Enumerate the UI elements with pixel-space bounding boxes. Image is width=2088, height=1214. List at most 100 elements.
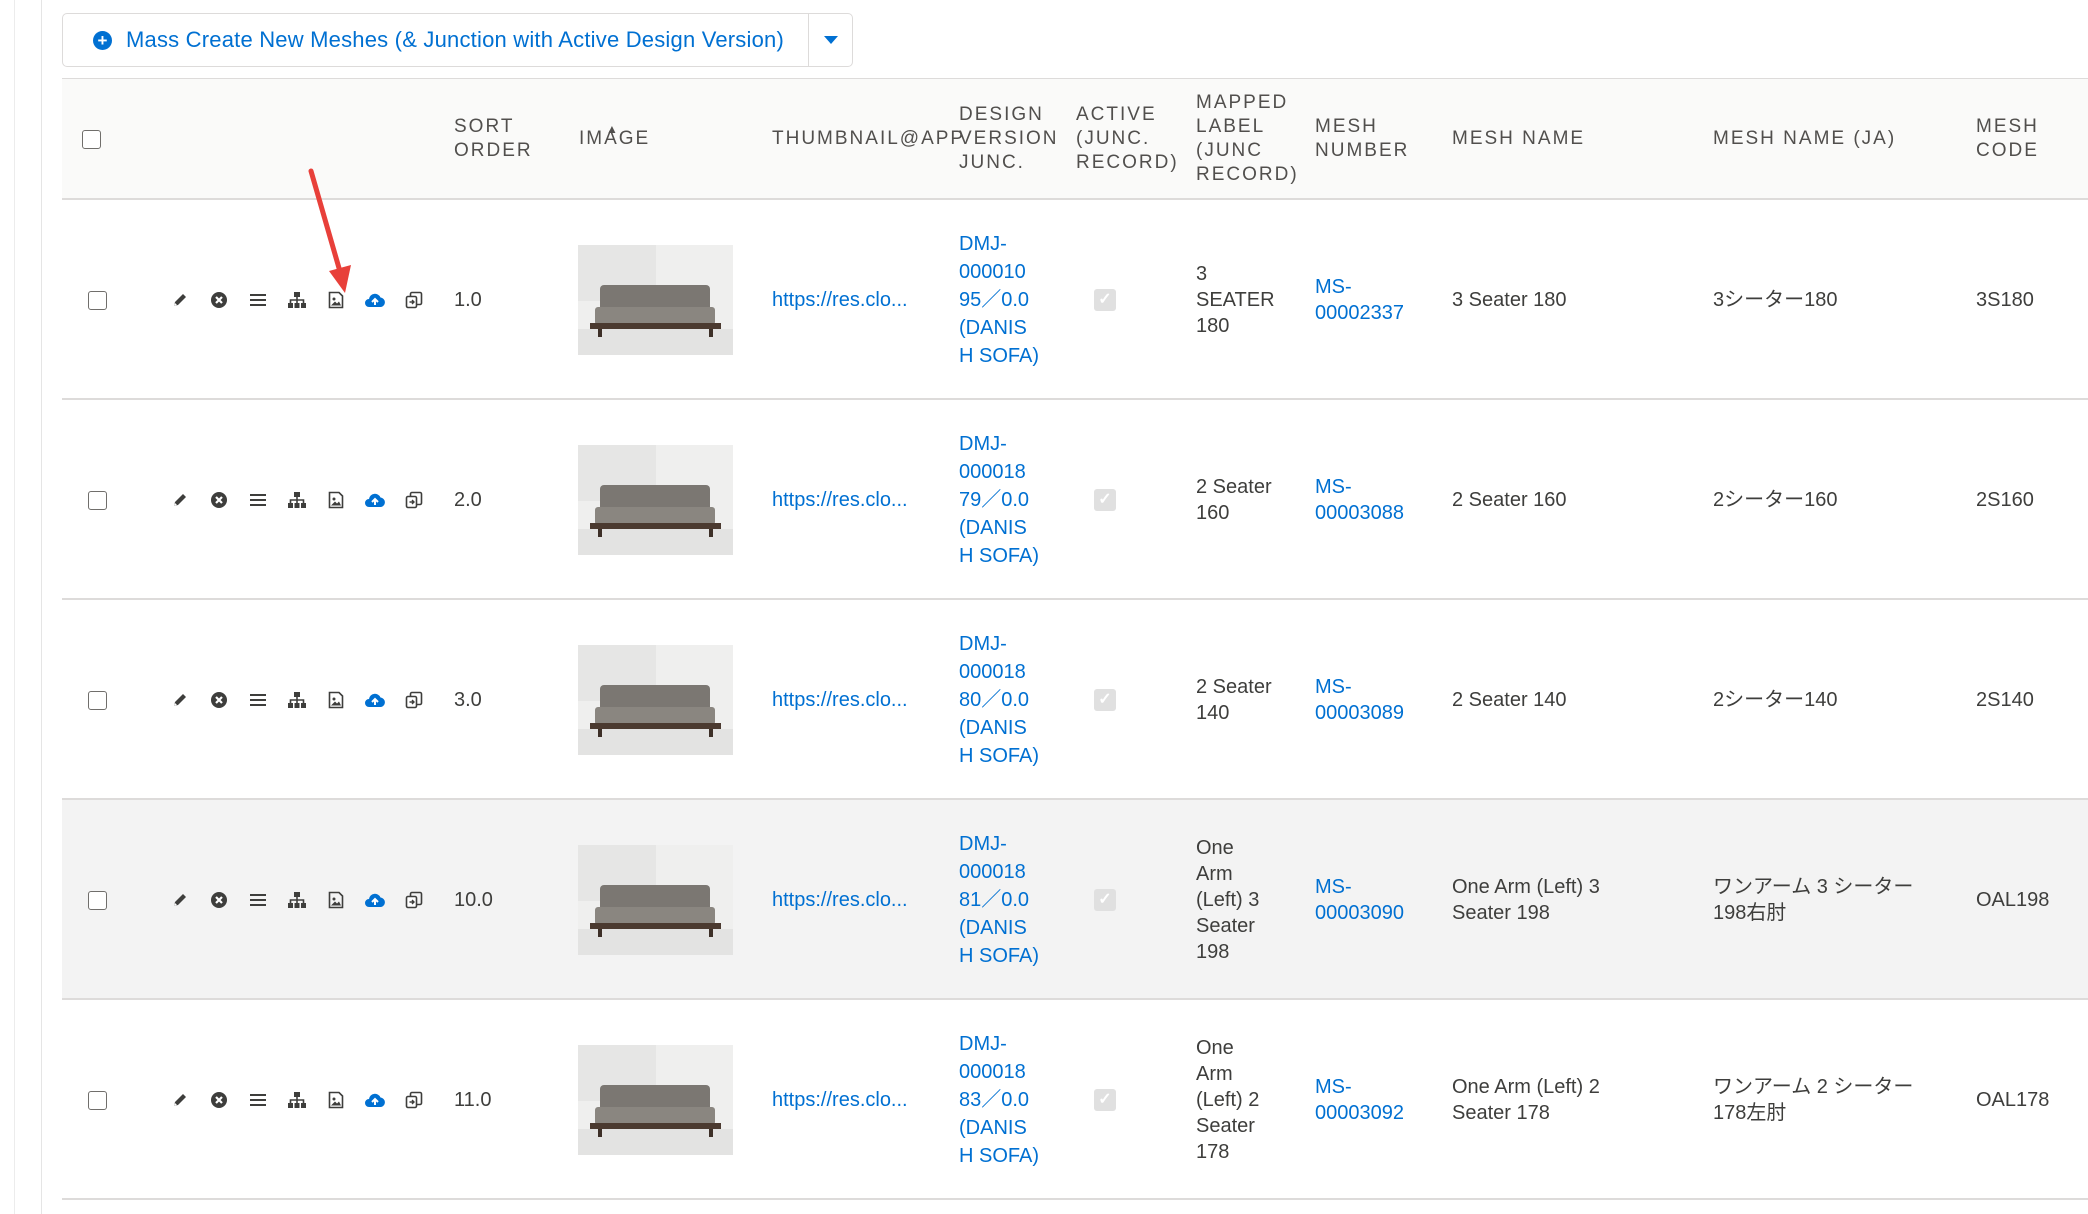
list-action[interactable] bbox=[238, 285, 277, 315]
design-version-link[interactable]: DMJ- 000018 83／0.0 (DANIS H SOFA) bbox=[959, 1030, 1039, 1170]
hierarchy-action[interactable] bbox=[277, 1085, 316, 1115]
design-version-link[interactable]: DMJ- 000018 79／0.0 (DANIS H SOFA) bbox=[959, 430, 1039, 570]
remove-icon bbox=[210, 491, 228, 509]
pencil-action[interactable] bbox=[160, 285, 199, 315]
design-version-link[interactable]: DMJ- 000018 81／0.0 (DANIS H SOFA) bbox=[959, 830, 1039, 970]
pencil-action[interactable] bbox=[160, 685, 199, 715]
thumbnail-cell: https://res.clo... bbox=[772, 200, 908, 400]
thumbnail-link[interactable]: https://res.clo... bbox=[772, 1087, 908, 1113]
remove-action[interactable] bbox=[199, 685, 238, 715]
design-version-link[interactable]: DMJ- 000010 95／0.0 (DANIS H SOFA) bbox=[959, 230, 1039, 370]
remove-icon bbox=[210, 1091, 228, 1109]
image-action[interactable] bbox=[316, 685, 355, 715]
row-actions bbox=[160, 400, 433, 600]
pencil-action[interactable] bbox=[160, 485, 199, 515]
upload-cloud-icon bbox=[364, 1092, 386, 1108]
image-action[interactable] bbox=[316, 1085, 355, 1115]
active-cell: ✓ bbox=[1094, 1000, 1116, 1200]
pencil-action[interactable] bbox=[160, 1085, 199, 1115]
mapped-label-line: One bbox=[1196, 837, 1234, 859]
upload-cloud-icon bbox=[364, 692, 386, 708]
mass-create-button[interactable]: + Mass Create New Meshes (& Junction wit… bbox=[63, 14, 809, 66]
mapped-label-line: 140 bbox=[1196, 702, 1230, 724]
select-all-checkbox[interactable] bbox=[82, 129, 101, 149]
header-mapped-label[interactable]: MAPPED LABEL (JUNC RECORD) bbox=[1196, 79, 1306, 199]
upload-cloud-action[interactable] bbox=[355, 685, 394, 715]
list-action[interactable] bbox=[238, 885, 277, 915]
list-action[interactable] bbox=[238, 1085, 277, 1115]
image-action[interactable] bbox=[316, 485, 355, 515]
header-design-version-line3: JUNC. bbox=[959, 152, 1025, 173]
row-checkbox[interactable] bbox=[88, 290, 107, 310]
image-action[interactable] bbox=[316, 885, 355, 915]
check-icon: ✓ bbox=[1098, 491, 1112, 508]
thumbnail-link[interactable]: https://res.clo... bbox=[772, 887, 908, 913]
mesh-number-link[interactable]: MS- 00003089 bbox=[1315, 674, 1404, 726]
mesh-name-ja-line: 178左肘 bbox=[1713, 1102, 1787, 1124]
header-mesh-name[interactable]: MESH NAME bbox=[1452, 79, 1652, 199]
row-checkbox[interactable] bbox=[88, 1090, 107, 1110]
mesh-image[interactable] bbox=[578, 245, 733, 355]
mesh-number-link[interactable]: MS- 00003092 bbox=[1315, 1074, 1404, 1126]
mesh-image[interactable] bbox=[578, 1045, 733, 1155]
list-action[interactable] bbox=[238, 685, 277, 715]
thumbnail-link[interactable]: https://res.clo... bbox=[772, 287, 908, 313]
table-row: 1.0 https://res.clo... DMJ- 000010 95／0.0 (DA… bbox=[62, 200, 2088, 400]
pencil-icon bbox=[171, 891, 189, 909]
upload-cloud-action[interactable] bbox=[355, 285, 394, 315]
design-version-line: (DANIS bbox=[959, 1117, 1027, 1139]
list-action[interactable] bbox=[238, 485, 277, 515]
mesh-image[interactable] bbox=[578, 645, 733, 755]
upload-cloud-action[interactable] bbox=[355, 885, 394, 915]
mass-create-dropdown-button[interactable] bbox=[809, 14, 852, 66]
pencil-action[interactable] bbox=[160, 885, 199, 915]
copy-action[interactable] bbox=[394, 485, 433, 515]
row-select-cell bbox=[88, 600, 107, 800]
mesh-image[interactable] bbox=[578, 445, 733, 555]
mesh-number-line: MS- bbox=[1315, 276, 1352, 298]
copy-action[interactable] bbox=[394, 1085, 433, 1115]
list-icon bbox=[249, 692, 267, 708]
header-mesh-number[interactable]: MESH NUMBER bbox=[1315, 79, 1425, 199]
header-sort-order[interactable]: SORT ORDER ▲ bbox=[454, 79, 618, 199]
row-checkbox[interactable] bbox=[88, 490, 107, 510]
hierarchy-action[interactable] bbox=[277, 885, 316, 915]
copy-icon bbox=[405, 491, 423, 509]
header-mesh-name-ja[interactable]: MESH NAME (JA) bbox=[1713, 79, 1943, 199]
design-version-line: (DANIS bbox=[959, 317, 1027, 339]
mesh-number-link[interactable]: MS- 00003090 bbox=[1315, 874, 1404, 926]
header-active[interactable]: ACTIVE (JUNC. RECORD) bbox=[1076, 79, 1186, 199]
thumbnail-link[interactable]: https://res.clo... bbox=[772, 687, 908, 713]
header-thumbnail[interactable]: THUMBNAIL@APP bbox=[772, 79, 963, 199]
remove-action[interactable] bbox=[199, 485, 238, 515]
thumbnail-link[interactable]: https://res.clo... bbox=[772, 487, 908, 513]
mesh-number-line: 00003092 bbox=[1315, 1102, 1404, 1124]
sort-order-cell: 10.0 bbox=[454, 800, 493, 1000]
hierarchy-action[interactable] bbox=[277, 685, 316, 715]
copy-action[interactable] bbox=[394, 285, 433, 315]
table-header: SORT ORDER ▲ IMAGE THUMBNAIL@APP DESIGN … bbox=[62, 78, 2088, 200]
header-design-version[interactable]: DESIGN VERSION JUNC. bbox=[959, 79, 1069, 199]
mesh-number-link[interactable]: MS- 00003088 bbox=[1315, 474, 1404, 526]
remove-action[interactable] bbox=[199, 885, 238, 915]
upload-cloud-action[interactable] bbox=[355, 485, 394, 515]
upload-cloud-action[interactable] bbox=[355, 1085, 394, 1115]
row-actions bbox=[160, 1000, 433, 1200]
mesh-number-link[interactable]: MS- 00002337 bbox=[1315, 274, 1404, 326]
hierarchy-action[interactable] bbox=[277, 485, 316, 515]
active-cell: ✓ bbox=[1094, 200, 1116, 400]
copy-action[interactable] bbox=[394, 885, 433, 915]
remove-icon bbox=[210, 891, 228, 909]
mesh-image[interactable] bbox=[578, 845, 733, 955]
mesh-number-line: MS- bbox=[1315, 876, 1352, 898]
remove-action[interactable] bbox=[199, 1085, 238, 1115]
design-version-link[interactable]: DMJ- 000018 80／0.0 (DANIS H SOFA) bbox=[959, 630, 1039, 770]
copy-action[interactable] bbox=[394, 685, 433, 715]
row-checkbox[interactable] bbox=[88, 690, 107, 710]
header-mesh-code[interactable]: MESH CODE bbox=[1976, 79, 2076, 199]
header-mesh-number-line2: NUMBER bbox=[1315, 140, 1410, 161]
remove-action[interactable] bbox=[199, 285, 238, 315]
header-image[interactable]: IMAGE bbox=[579, 79, 699, 199]
active-checkbox: ✓ bbox=[1094, 889, 1116, 911]
row-checkbox[interactable] bbox=[88, 890, 107, 910]
